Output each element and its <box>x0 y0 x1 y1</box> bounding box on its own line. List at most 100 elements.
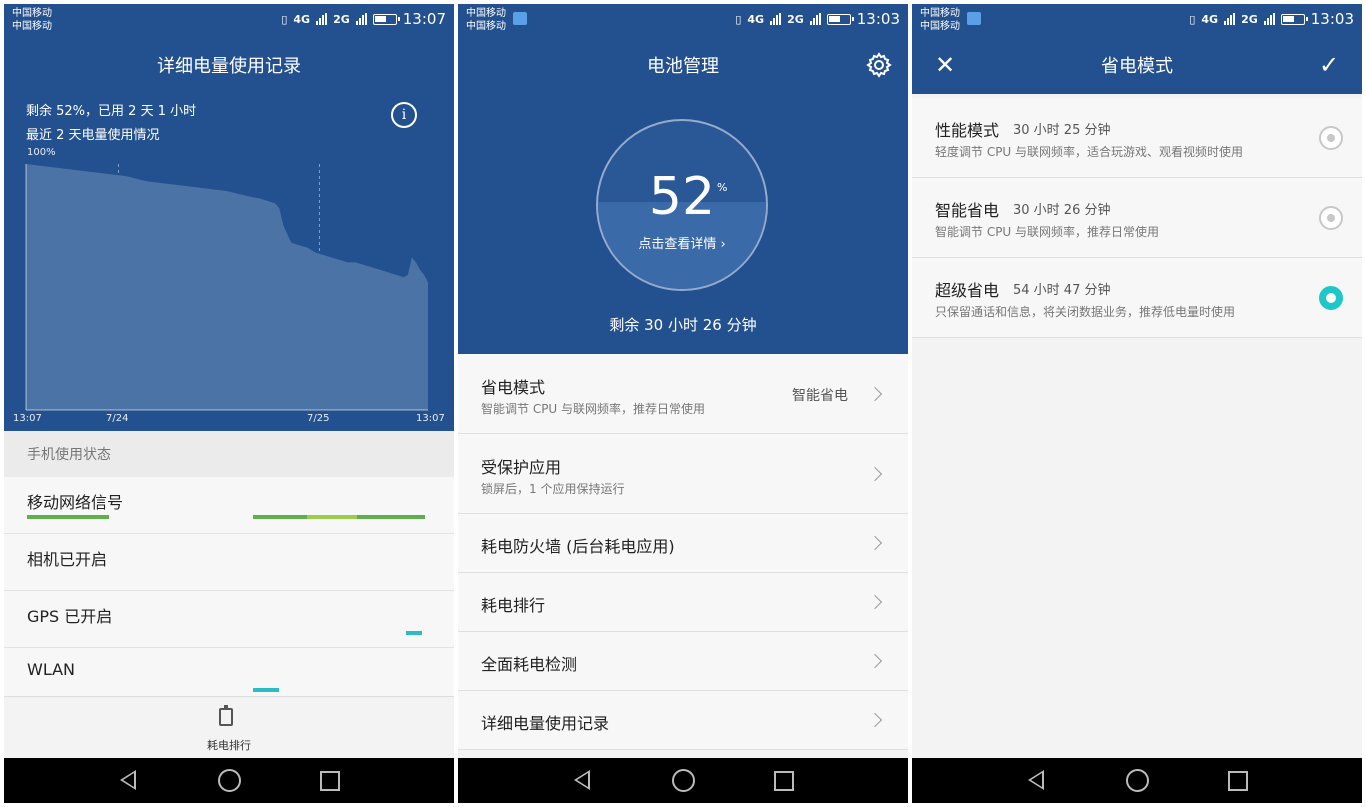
battery-gauge[interactable]: 52 % 点击查看详情 › <box>596 119 768 291</box>
recent-apps-icon[interactable] <box>320 771 340 791</box>
signal-icon <box>355 13 367 25</box>
menu-item-title: 耗电防火墙 (后台耗电应用) <box>481 537 675 556</box>
menu-item-title: 耗电排行 <box>481 596 546 615</box>
mode-radio-selected[interactable] <box>1319 286 1343 310</box>
carrier-line: 中国移动 <box>466 8 506 19</box>
network-4g-icon: 4G <box>293 12 311 26</box>
signal-icon <box>1224 13 1236 25</box>
chart-x-label: 13:07 <box>13 413 42 424</box>
view-details-link[interactable]: 点击查看详情 › <box>598 233 766 252</box>
battery-icon <box>1280 13 1308 25</box>
mode-duration: 54 小时 47 分钟 <box>1013 283 1111 298</box>
mode-description: 轻度调节 CPU 与联网频率，适合玩游戏、观看视频时使用 <box>935 145 1244 159</box>
signal-bar <box>357 515 425 519</box>
page-title: 详细电量使用记录 <box>157 56 301 77</box>
percent-sign: % <box>717 181 728 194</box>
signal-icon <box>809 13 821 25</box>
status-icons: ▯ 4G 2G 13:07 <box>281 10 446 28</box>
usage-row-gps[interactable]: GPS 已开启 <box>4 591 454 648</box>
remaining-time: 剩余 30 小时 26 分钟 <box>609 316 757 334</box>
vibrate-icon: ▯ <box>735 12 742 26</box>
wlan-bar <box>253 688 279 692</box>
battery-usage-chart <box>25 164 428 411</box>
back-icon[interactable] <box>1028 770 1044 790</box>
mode-option-performance[interactable]: 性能模式 30 小时 25 分钟 轻度调节 CPU 与联网频率，适合玩游戏、观看… <box>912 98 1362 178</box>
network-2g-icon: 2G <box>787 12 804 26</box>
chevron-right-icon <box>867 386 883 402</box>
chevron-right-icon <box>867 535 883 551</box>
battery-icon <box>826 13 854 25</box>
menu-item-power-saving-mode[interactable]: 省电模式 智能调节 CPU 与联网频率，推荐日常使用 智能省电 <box>458 354 908 434</box>
vibrate-icon: ▯ <box>281 12 288 26</box>
menu-item-subtitle: 锁屏后，1 个应用保持运行 <box>481 482 625 496</box>
clock: 13:03 <box>856 10 900 28</box>
mode-option-ultra[interactable]: 超级省电 54 小时 47 分钟 只保留通话和信息，将关闭数据业务，推荐低电量时… <box>912 258 1362 338</box>
usage-row-label: WLAN <box>27 660 76 679</box>
mode-name: 性能模式 <box>935 121 1000 140</box>
carrier-label: 中国移动 中国移动 <box>466 7 506 33</box>
home-icon[interactable] <box>1126 769 1149 792</box>
carrier-line: 中国移动 <box>12 21 52 32</box>
mode-name: 超级省电 <box>935 281 1000 300</box>
clock: 13:07 <box>402 10 446 28</box>
signal-icon <box>316 13 328 25</box>
usage-row-label: GPS 已开启 <box>27 607 113 626</box>
chart-x-label: 7/25 <box>307 413 330 424</box>
network-4g-icon: 4G <box>747 12 765 26</box>
vibrate-icon: ▯ <box>1189 12 1196 26</box>
tab-label: 耗电排行 <box>207 739 251 752</box>
home-icon[interactable] <box>218 769 241 792</box>
battery-percent: 52 <box>648 167 716 227</box>
menu-item-subtitle: 智能调节 CPU 与联网频率，推荐日常使用 <box>481 402 706 416</box>
status-icons: ▯ 4G 2G 13:03 <box>735 10 900 28</box>
battery-summary: 剩余 52%，已用 2 天 1 小时 最近 2 天电量使用情况 <box>26 100 196 148</box>
usage-row-mobile-signal[interactable]: 移动网络信号 <box>4 477 454 534</box>
mode-option-smart[interactable]: 智能省电 30 小时 26 分钟 智能调节 CPU 与联网频率，推荐日常使用 <box>912 178 1362 258</box>
recent-apps-icon[interactable] <box>774 771 794 791</box>
signal-icon <box>770 13 782 25</box>
notification-app-icon <box>513 12 527 25</box>
usage-row-wlan[interactable]: WLAN <box>4 648 454 696</box>
carrier-line: 中国移动 <box>12 8 52 19</box>
status-bar: 中国移动 中国移动 ▯ 4G 2G 13:03 <box>912 4 1362 36</box>
back-icon[interactable] <box>120 770 136 790</box>
menu-item-title: 详细电量使用记录 <box>481 714 610 733</box>
info-icon[interactable]: i <box>391 102 417 128</box>
menu-item-power-firewall[interactable]: 耗电防火墙 (后台耗电应用) <box>458 514 908 573</box>
settings-button[interactable] <box>862 48 896 82</box>
page-title: 电池管理 <box>647 56 719 77</box>
confirm-button[interactable]: ✓ <box>1312 48 1346 82</box>
status-bar: 中国移动 中国移动 ▯ 4G 2G 13:07 <box>4 4 454 36</box>
navigation-bar <box>4 758 454 803</box>
gps-bar <box>406 631 422 635</box>
menu-item-protected-apps[interactable]: 受保护应用 锁屏后，1 个应用保持运行 <box>458 434 908 514</box>
carrier-line: 中国移动 <box>920 8 960 19</box>
chart-x-label: 13:07 <box>416 413 445 424</box>
menu-item-full-power-check[interactable]: 全面耗电检测 <box>458 632 908 691</box>
chevron-right-icon <box>867 594 883 610</box>
phone-screen-power-saving-mode: 中国移动 中国移动 ▯ 4G 2G 13:03 省电模式 ✕ ✓ 性能模式 30… <box>912 4 1362 803</box>
mode-radio[interactable] <box>1319 126 1343 150</box>
battery-icon <box>372 13 400 25</box>
carrier-label: 中国移动 中国移动 <box>12 7 52 33</box>
close-icon: ✕ <box>934 51 956 79</box>
close-button[interactable]: ✕ <box>928 48 962 82</box>
menu-item-title: 全面耗电检测 <box>481 655 578 674</box>
home-icon[interactable] <box>672 769 695 792</box>
back-icon[interactable] <box>574 770 590 790</box>
summary-remaining: 剩余 52%，已用 2 天 1 小时 <box>26 104 197 119</box>
usage-row-camera[interactable]: 相机已开启 <box>4 534 454 591</box>
status-bar: 中国移动 中国移动 ▯ 4G 2G 13:03 <box>458 4 908 36</box>
power-ranking-tab[interactable]: 耗电排行 <box>4 696 454 758</box>
menu-item-usage-history[interactable]: 详细电量使用记录 <box>458 691 908 750</box>
menu-item-power-ranking[interactable]: 耗电排行 <box>458 573 908 632</box>
mode-name: 智能省电 <box>935 201 1000 220</box>
recent-apps-icon[interactable] <box>1228 771 1248 791</box>
menu-item-title: 省电模式 <box>481 378 546 397</box>
phone-screen-battery-manager: 中国移动 中国移动 ▯ 4G 2G 13:03 电池管理 52 % 点击查看详情… <box>458 4 908 803</box>
clock: 13:03 <box>1310 10 1354 28</box>
network-2g-icon: 2G <box>333 12 350 26</box>
mode-radio[interactable] <box>1319 206 1343 230</box>
signal-bar <box>253 515 307 519</box>
chevron-right-icon <box>867 466 883 482</box>
